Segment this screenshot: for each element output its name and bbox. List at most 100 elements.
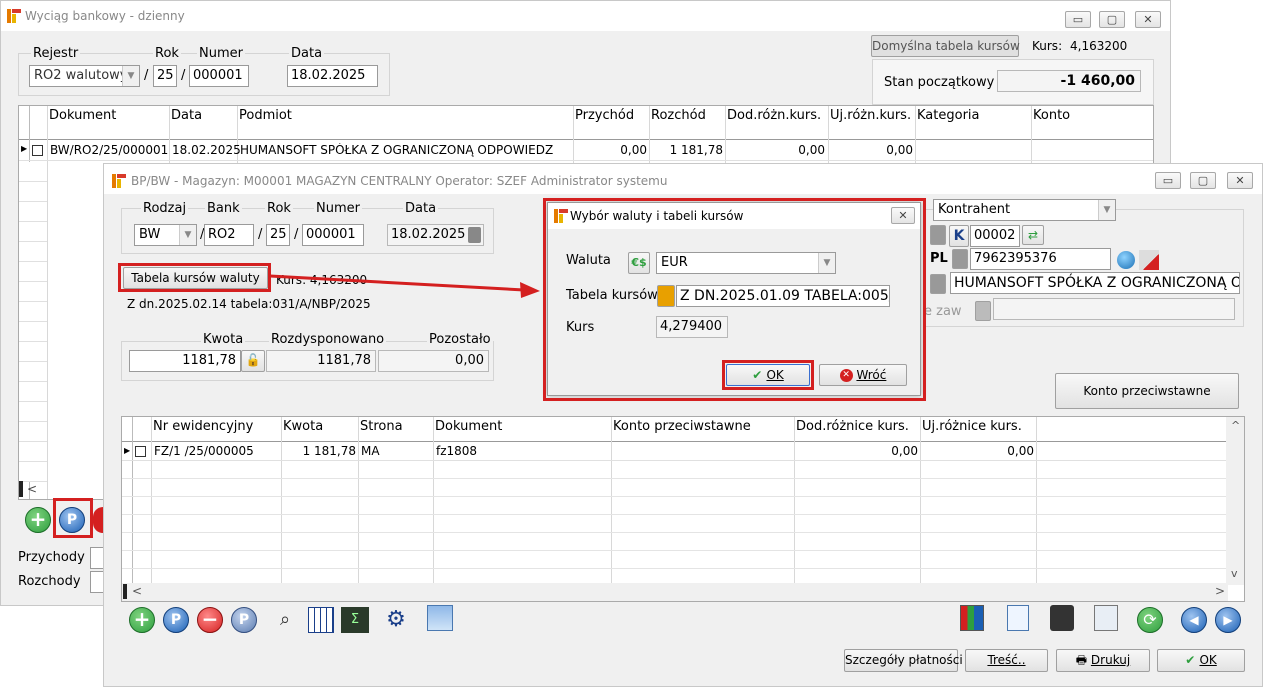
table-row[interactable]: ▶ BW/RO2/25/000001 18.02.2025 HUMANSOFT … [19,141,1153,160]
bank-field[interactable]: RO2 [204,224,254,246]
zaw-lookup-icon[interactable] [975,301,991,321]
print-button[interactable]: 🖶 Drukuj [1056,649,1150,672]
contractor-type-select[interactable]: Kontrahent ▼ [933,199,1116,221]
save-icon[interactable] [1050,605,1074,631]
contra-account-button[interactable]: Konto przeciwstawne [1055,373,1239,409]
contractor-code-field[interactable]: 00002 [970,225,1020,247]
col-kategoria[interactable]: Kategoria [917,108,980,123]
rejestr-select[interactable]: RO2 walutowy ▼ [29,65,140,87]
gears-icon[interactable]: ⚙ [383,607,409,633]
doc-grid[interactable]: Nr ewidencyjny Kwota Strona Dokument Kon… [121,416,1245,602]
table-icon[interactable] [308,607,334,633]
col-dokument[interactable]: Dokument [435,419,502,434]
row-pointer: ▶ [124,446,131,455]
col-konto[interactable]: Konto [1033,108,1070,123]
next-record-icon[interactable]: ▶ [1215,607,1241,633]
col-dod[interactable]: Dod.różn.kurs. [727,108,821,123]
document-icon[interactable] [1007,605,1029,631]
doc-titlebar: BP/BW - Magazyn: M00001 MAGAZYN CENTRALN… [104,164,1262,194]
restore-button[interactable]: ▢ [1190,172,1216,189]
close-button[interactable]: ✕ [1135,11,1161,28]
col-rozchod[interactable]: Rozchód [651,108,706,123]
delete-icon[interactable]: − [197,607,223,633]
slash: / [258,227,263,242]
data-field[interactable]: 18.02.2025 [287,65,378,87]
col-kwota[interactable]: Kwota [283,419,323,434]
binoculars-icon[interactable]: ⌕ [272,607,298,633]
checkmark-icon: ✔ [1185,653,1200,667]
horizontal-scrollbar[interactable]: < > [122,583,1228,601]
slash: / [144,68,149,83]
globe-icon[interactable] [1117,251,1135,269]
col-przychod[interactable]: Przychód [575,108,634,123]
vertical-scrollbar[interactable]: ^ v [1226,417,1244,585]
kwota-field[interactable]: 1181,78 [129,350,241,372]
nip-lookup-icon[interactable] [952,249,968,269]
rozchody-label: Rozchody [18,574,81,589]
sum-icon[interactable]: Σ [341,607,369,633]
post-icon[interactable]: P [231,607,257,633]
row-checkbox[interactable] [135,446,146,457]
minimize-button[interactable]: ▭ [1065,11,1091,28]
cell-nr: FZ/1 /25/000005 [154,444,254,458]
cell-przychod: 0,00 [620,143,647,157]
contractor-lookup-icon[interactable] [930,225,946,245]
prev-record-icon[interactable]: ◀ [1181,607,1207,633]
col-podmiot[interactable]: Podmiot [239,108,292,123]
col-strona[interactable]: Strona [360,419,403,434]
data-field[interactable]: 18.02.2025 [387,224,484,246]
col-konto[interactable]: Konto przeciwstawne [613,419,751,434]
row-checkbox[interactable] [32,145,43,156]
scroll-down-icon[interactable]: v [1231,567,1238,580]
refresh-icon[interactable]: ⟳ [1137,607,1163,633]
rodzaj-select[interactable]: BW ▼ [134,224,197,246]
table-row[interactable]: ▶ FZ/1 /25/000005 1 181,78 MA fz1808 0,0… [122,443,1226,461]
add-icon[interactable]: + [129,607,155,633]
hscroll-thumb[interactable] [123,584,127,599]
numer-label: Numer [314,201,362,216]
report-icon[interactable] [960,605,984,631]
scrollbar-thumb[interactable] [19,481,23,497]
rejestr-label: Rejestr [31,46,81,61]
cell-dokument: BW/RO2/25/000001 [50,143,168,157]
col-uj[interactable]: Uj.różn.kurs. [830,108,911,123]
chevron-down-icon: ▼ [122,66,139,86]
cell-dod: 0,00 [891,444,918,458]
rok-field[interactable]: 25 [153,65,177,87]
nip-field[interactable]: 7962395376 [970,248,1111,270]
minimize-button[interactable]: ▭ [1155,172,1181,189]
col-uj[interactable]: Uj.różnice kurs. [922,419,1022,434]
add-icon[interactable]: + [25,507,51,533]
zaw-field[interactable] [993,298,1235,320]
lock-icon[interactable]: 🔓 [241,350,265,372]
calendar-icon[interactable] [468,227,481,243]
contractor-name-field[interactable]: HUMANSOFT SPÓŁKA Z OGRANICZONĄ O [950,272,1240,294]
close-button[interactable]: ✕ [1227,172,1253,189]
scroll-right-icon[interactable]: > [1215,584,1225,598]
col-dod[interactable]: Dod.różnice kurs. [796,419,909,434]
col-data[interactable]: Data [171,108,202,123]
rok-field[interactable]: 25 [266,224,290,246]
delete-icon[interactable] [93,507,103,533]
content-button[interactable]: Treść.. [965,649,1048,672]
numer-field[interactable]: 000001 [189,65,249,87]
payment-details-button[interactable]: Szczegóły płatności [844,649,963,672]
cell-kwota: 1 181,78 [302,444,356,458]
restore-button[interactable]: ▢ [1099,11,1125,28]
col-dokument[interactable]: Dokument [49,108,116,123]
edit-icon[interactable]: P [163,607,189,633]
scroll-left-icon[interactable]: < [132,584,142,598]
numer-field[interactable]: 000001 [302,224,364,246]
k-badge[interactable]: K [949,225,969,247]
col-nr[interactable]: Nr ewidencyjny [153,419,253,434]
main-scroll-left[interactable]: < [27,482,37,496]
copy-icon[interactable] [1094,605,1118,631]
refresh-contractor-icon[interactable]: ⇄ [1022,225,1044,245]
default-rate-table-button[interactable]: Domyślna tabela kursów [871,35,1020,57]
name-lookup-icon[interactable] [930,274,946,294]
doc-ok-button[interactable]: ✔ OK [1157,649,1245,672]
chart-window-icon[interactable] [427,605,453,631]
scroll-up-icon[interactable]: ^ [1231,419,1240,432]
flag-icon[interactable] [1139,250,1159,270]
cell-dokument: fz1808 [436,444,478,458]
